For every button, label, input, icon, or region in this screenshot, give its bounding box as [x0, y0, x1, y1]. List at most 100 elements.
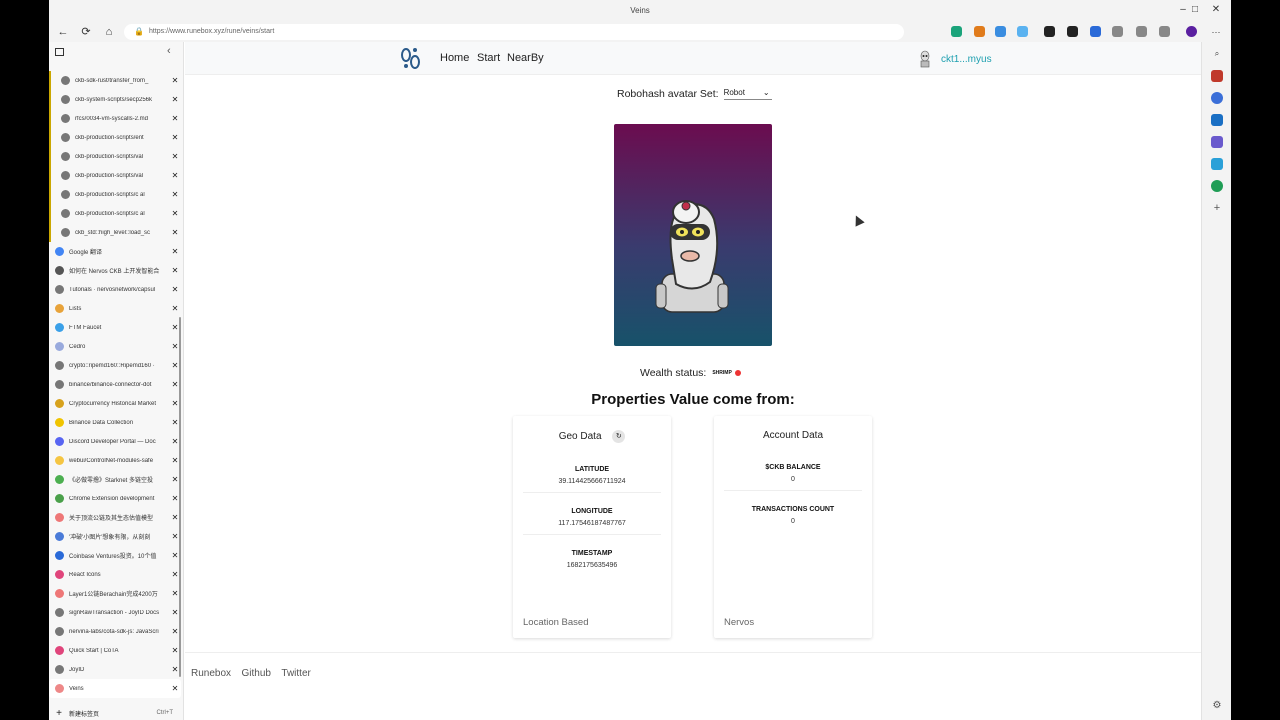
nav-start-link[interactable]: Start	[477, 52, 500, 64]
favorites-icon[interactable]	[1136, 26, 1147, 37]
footer-link-runebox[interactable]: Runebox	[191, 668, 231, 679]
add-icon[interactable]: +	[1211, 202, 1223, 214]
transactions-row: TRANSACTIONS COUNT 0	[724, 506, 862, 532]
sidebar-tab[interactable]: 关于顶流公链及其生态估值模型 ✕	[49, 508, 181, 527]
longitude-value: 117.17546187487767	[558, 520, 626, 527]
sidebar-tab[interactable]: '冲破'小图片'想象有限，从刻刻 ✕	[49, 527, 181, 546]
sidebar-tab[interactable]: Binance Data Collection ✕	[49, 413, 181, 432]
extension-icon-7[interactable]	[1090, 26, 1101, 37]
sidebar-tab[interactable]: nervina-labs/cota-sdk-js: JavaScri ✕	[49, 622, 181, 641]
games-icon[interactable]	[1211, 180, 1223, 192]
close-tab-icon[interactable]: ✕	[169, 304, 181, 313]
sidebar-tab[interactable]: Cryptocurrency Historical Market ✕	[49, 394, 181, 413]
close-tab-icon[interactable]: ✕	[169, 266, 181, 275]
tools-icon[interactable]	[1211, 92, 1223, 104]
new-tab-button[interactable]: + 新建标签页 Ctrl+T	[49, 706, 181, 720]
sidebar-tab[interactable]: Lists ✕	[49, 299, 181, 318]
sidebar-tab[interactable]: Coinbase Ventures投资。10个值 ✕	[49, 546, 181, 565]
sidebar-tab[interactable]: ckb_std::high_level::load_sc ✕	[49, 223, 181, 242]
sidebar-tab[interactable]: 如何在 Nervos CKB 上开发智能合 ✕	[49, 261, 181, 280]
longitude-label: LONGITUDE	[571, 508, 613, 515]
sidebar-tab[interactable]: Chrome Extension development ✕	[49, 489, 181, 508]
close-tab-icon[interactable]: ✕	[169, 285, 181, 294]
sidebar-tab[interactable]: ckb-production-scripts/c al ✕	[49, 204, 181, 223]
extensions-icon[interactable]	[1112, 26, 1123, 37]
extension-icon-1[interactable]	[951, 26, 962, 37]
search-icon[interactable]: ⌕	[1211, 48, 1223, 60]
sidebar-tab[interactable]: JoyID ✕	[49, 660, 181, 679]
sidebar-tab[interactable]: Discord Developer Portal — Doc ✕	[49, 432, 181, 451]
footer-link-github[interactable]: Github	[241, 668, 270, 679]
close-tab-icon[interactable]: ✕	[169, 190, 181, 199]
address-bar[interactable]: 🔒 https://www.runebox.xyz/rune/veins/sta…	[124, 24, 904, 40]
sidebar-tab[interactable]: ckb-production-scripts/c al ✕	[49, 185, 181, 204]
sidebar-tab-label: ckb-system-scripts/secp256k	[75, 96, 153, 103]
user-account[interactable]: ckt1...myus	[917, 50, 992, 68]
sidebar-tab[interactable]: FTM Faucet ✕	[49, 318, 181, 337]
nav-nearby-link[interactable]: NearBy	[507, 52, 544, 64]
sidebar-tab[interactable]: webui/ControlNet-modules-safe ✕	[49, 451, 181, 470]
sidebar-tab[interactable]: ckb-production-scripts/ent ✕	[49, 128, 181, 147]
refresh-button[interactable]: ⟳	[78, 25, 94, 39]
close-tab-icon[interactable]: ✕	[169, 152, 181, 161]
close-tab-icon[interactable]: ✕	[169, 228, 181, 237]
profile-icon[interactable]	[1186, 26, 1197, 37]
office-icon[interactable]	[1211, 136, 1223, 148]
sidebar-tab[interactable]: ckb-sdk-rust/transfer_from_ ✕	[49, 71, 181, 90]
home-button[interactable]: ⌂	[101, 25, 117, 39]
sidebar-tab[interactable]: signRawTransaction - JoyID Docs ✕	[49, 603, 181, 622]
sidebar-scrollbar[interactable]	[179, 317, 181, 677]
sidebar-tab[interactable]: Veins ✕	[49, 679, 181, 698]
collapse-sidebar-icon[interactable]: ‹	[167, 45, 171, 57]
sidebar-tab[interactable]: rfcs/0034-vm-syscalls-2.md ✕	[49, 109, 181, 128]
sidebar-tab[interactable]: crypto::ripemd160::Ripemd160 · ✕	[49, 356, 181, 375]
close-tab-icon[interactable]: ✕	[169, 171, 181, 180]
refresh-icon[interactable]: ↻	[612, 430, 626, 443]
sidebar-tab[interactable]: ckb-production-scripts/val ✕	[49, 147, 181, 166]
sidebar-tab[interactable]: ckb-production-scripts/val ✕	[49, 166, 181, 185]
sidebar-tab[interactable]: Google 翻译 ✕	[49, 242, 181, 261]
close-tab-icon[interactable]: ✕	[169, 114, 181, 123]
close-tab-icon[interactable]: ✕	[169, 684, 181, 693]
footer-link-twitter[interactable]: Twitter	[281, 668, 310, 679]
menu-button[interactable]: ···	[1208, 25, 1224, 39]
close-tab-icon[interactable]: ✕	[169, 209, 181, 218]
outlook-icon[interactable]	[1211, 114, 1223, 126]
sidebar-tab-label: React Icons	[69, 571, 101, 578]
sidebar-tab[interactable]: Tutorials · nervosnetwork/capsul ✕	[49, 280, 181, 299]
close-tab-icon[interactable]: ✕	[169, 133, 181, 142]
close-tab-icon[interactable]: ✕	[169, 76, 181, 85]
extension-icon-5[interactable]	[1044, 26, 1055, 37]
gear-icon[interactable]: ⚙	[1211, 700, 1223, 712]
water-drop-icon[interactable]	[1017, 26, 1028, 37]
avatar-set-select[interactable]: Robot ⌄	[723, 88, 772, 100]
sidebar-tab[interactable]: binance/binance-connector-dot ✕	[49, 375, 181, 394]
address-toolbar: ← ⟳ ⌂ 🔒 https://www.runebox.xyz/rune/vei…	[49, 22, 1231, 42]
sidebar-tab[interactable]: React Icons ✕	[49, 565, 181, 584]
sidebar-tab[interactable]: 《必做零撸》Starknet 多链空投 ✕	[49, 470, 181, 489]
sidebar-tab[interactable]: ckb-system-scripts/secp256k ✕	[49, 90, 181, 109]
close-window-button[interactable]: ✕	[1204, 4, 1228, 15]
drop-icon[interactable]	[1211, 158, 1223, 170]
veins-logo-icon[interactable]	[399, 46, 423, 72]
shopping-icon[interactable]	[1211, 70, 1223, 82]
sidebar-tab-label: 《必做零撸》Starknet 多链空投	[69, 478, 154, 484]
extension-icon-3[interactable]	[995, 26, 1006, 37]
sidebar-tab-label: Coinbase Ventures投资。10个值	[69, 554, 157, 560]
github-icon	[61, 114, 70, 123]
shrimp-icon	[734, 370, 741, 376]
extension-icon-6[interactable]	[1067, 26, 1078, 37]
github-icon	[61, 76, 70, 85]
sidebar-tab[interactable]: Cedro ✕	[49, 337, 181, 356]
metamask-icon[interactable]	[974, 26, 985, 37]
close-tab-icon[interactable]: ✕	[169, 95, 181, 104]
close-tab-icon[interactable]: ✕	[169, 247, 181, 256]
back-button[interactable]: ←	[55, 25, 71, 39]
sidebar-tab[interactable]: Quick Start | CoTA ✕	[49, 641, 181, 660]
nav-home-link[interactable]: Home	[440, 52, 469, 64]
latitude-value: 39.114425666711924	[558, 478, 626, 485]
tab-actions-icon[interactable]	[55, 48, 64, 56]
latitude-label: LATITUDE	[574, 466, 610, 473]
sidebar-tab[interactable]: Layer1公链Berachain完成4200万 ✕	[49, 584, 181, 603]
collections-icon[interactable]	[1159, 26, 1170, 37]
